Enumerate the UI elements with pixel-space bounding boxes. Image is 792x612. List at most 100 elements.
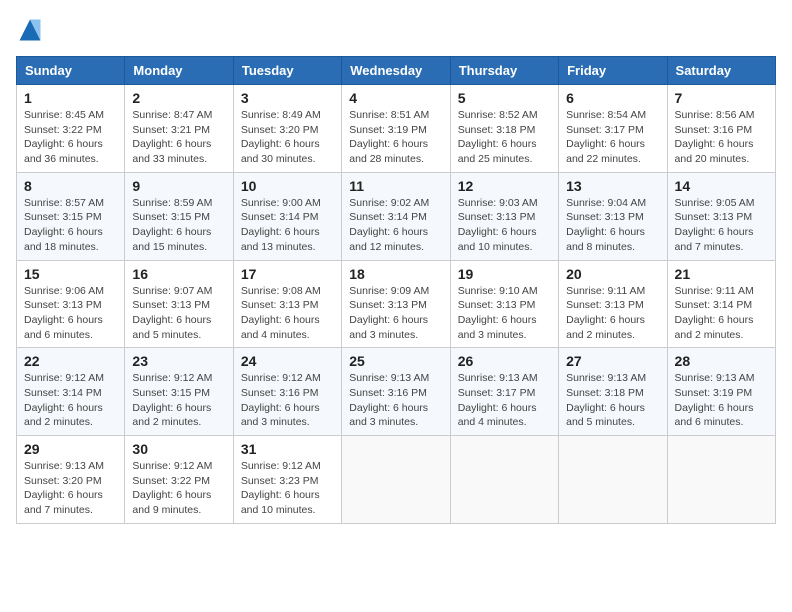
day-info: Sunrise: 9:05 AMSunset: 3:13 PMDaylight:… <box>675 196 768 255</box>
calendar-cell: 8 Sunrise: 8:57 AMSunset: 3:15 PMDaylight… <box>17 172 125 260</box>
day-info: Sunrise: 9:06 AMSunset: 3:13 PMDaylight:… <box>24 284 117 343</box>
calendar-cell: 27 Sunrise: 9:13 AMSunset: 3:18 PMDayligh… <box>559 348 667 436</box>
calendar-week-2: 8 Sunrise: 8:57 AMSunset: 3:15 PMDaylight… <box>17 172 776 260</box>
day-info: Sunrise: 8:47 AMSunset: 3:21 PMDaylight:… <box>132 108 225 167</box>
page-header <box>16 16 776 44</box>
day-number: 28 <box>675 353 768 369</box>
calendar-cell: 15 Sunrise: 9:06 AMSunset: 3:13 PMDayligh… <box>17 260 125 348</box>
day-info: Sunrise: 8:45 AMSunset: 3:22 PMDaylight:… <box>24 108 117 167</box>
day-number: 14 <box>675 178 768 194</box>
day-number: 15 <box>24 266 117 282</box>
calendar-cell: 13 Sunrise: 9:04 AMSunset: 3:13 PMDayligh… <box>559 172 667 260</box>
day-info: Sunrise: 9:12 AMSunset: 3:14 PMDaylight:… <box>24 371 117 430</box>
day-info: Sunrise: 8:56 AMSunset: 3:16 PMDaylight:… <box>675 108 768 167</box>
day-info: Sunrise: 9:11 AMSunset: 3:13 PMDaylight:… <box>566 284 659 343</box>
calendar-cell: 21Sunrise: 9:11 AMSunset: 3:14 PMDayligh… <box>667 260 775 348</box>
day-info: Sunrise: 9:04 AMSunset: 3:13 PMDaylight:… <box>566 196 659 255</box>
calendar-cell: 28 Sunrise: 9:13 AMSunset: 3:19 PMDayligh… <box>667 348 775 436</box>
col-header-friday: Friday <box>559 57 667 85</box>
day-number: 21 <box>675 266 768 282</box>
day-info: Sunrise: 9:10 AMSunset: 3:13 PMDaylight:… <box>458 284 551 343</box>
day-info: Sunrise: 8:59 AMSunset: 3:15 PMDaylight:… <box>132 196 225 255</box>
day-info: Sunrise: 9:03 AMSunset: 3:13 PMDaylight:… <box>458 196 551 255</box>
day-info: Sunrise: 8:52 AMSunset: 3:18 PMDaylight:… <box>458 108 551 167</box>
calendar-cell: 22Sunrise: 9:12 AMSunset: 3:14 PMDayligh… <box>17 348 125 436</box>
calendar-cell: 20 Sunrise: 9:11 AMSunset: 3:13 PMDayligh… <box>559 260 667 348</box>
day-number: 1 <box>24 90 117 106</box>
day-number: 2 <box>132 90 225 106</box>
calendar-cell: 6Sunrise: 8:54 AMSunset: 3:17 PMDaylight… <box>559 85 667 173</box>
calendar-cell: 24 Sunrise: 9:12 AMSunset: 3:16 PMDayligh… <box>233 348 341 436</box>
calendar-week-5: 29 Sunrise: 9:13 AMSunset: 3:20 PMDayligh… <box>17 436 776 524</box>
calendar-cell: 17 Sunrise: 9:08 AMSunset: 3:13 PMDayligh… <box>233 260 341 348</box>
calendar-cell <box>450 436 558 524</box>
calendar-cell: 26 Sunrise: 9:13 AMSunset: 3:17 PMDayligh… <box>450 348 558 436</box>
day-info: Sunrise: 9:07 AMSunset: 3:13 PMDaylight:… <box>132 284 225 343</box>
day-number: 11 <box>349 178 442 194</box>
day-number: 31 <box>241 441 334 457</box>
calendar-cell: 4 Sunrise: 8:51 AMSunset: 3:19 PMDaylight… <box>342 85 450 173</box>
logo <box>16 16 48 44</box>
calendar-cell: 5 Sunrise: 8:52 AMSunset: 3:18 PMDaylight… <box>450 85 558 173</box>
day-number: 8 <box>24 178 117 194</box>
day-info: Sunrise: 9:13 AMSunset: 3:19 PMDaylight:… <box>675 371 768 430</box>
day-info: Sunrise: 9:09 AMSunset: 3:13 PMDaylight:… <box>349 284 442 343</box>
calendar-cell: 25 Sunrise: 9:13 AMSunset: 3:16 PMDayligh… <box>342 348 450 436</box>
col-header-tuesday: Tuesday <box>233 57 341 85</box>
day-number: 17 <box>241 266 334 282</box>
day-number: 23 <box>132 353 225 369</box>
day-info: Sunrise: 9:13 AMSunset: 3:18 PMDaylight:… <box>566 371 659 430</box>
day-info: Sunrise: 9:12 AMSunset: 3:22 PMDaylight:… <box>132 459 225 518</box>
day-number: 29 <box>24 441 117 457</box>
calendar-header-row: SundayMondayTuesdayWednesdayThursdayFrid… <box>17 57 776 85</box>
day-info: Sunrise: 9:13 AMSunset: 3:20 PMDaylight:… <box>24 459 117 518</box>
calendar-table: SundayMondayTuesdayWednesdayThursdayFrid… <box>16 56 776 524</box>
col-header-monday: Monday <box>125 57 233 85</box>
calendar-cell: 10Sunrise: 9:00 AMSunset: 3:14 PMDayligh… <box>233 172 341 260</box>
col-header-thursday: Thursday <box>450 57 558 85</box>
day-number: 19 <box>458 266 551 282</box>
calendar-cell: 1 Sunrise: 8:45 AMSunset: 3:22 PMDaylight… <box>17 85 125 173</box>
col-header-sunday: Sunday <box>17 57 125 85</box>
day-number: 20 <box>566 266 659 282</box>
day-number: 18 <box>349 266 442 282</box>
calendar-cell: 12 Sunrise: 9:03 AMSunset: 3:13 PMDayligh… <box>450 172 558 260</box>
calendar-cell: 2 Sunrise: 8:47 AMSunset: 3:21 PMDaylight… <box>125 85 233 173</box>
calendar-cell: 14 Sunrise: 9:05 AMSunset: 3:13 PMDayligh… <box>667 172 775 260</box>
calendar-cell: 3Sunrise: 8:49 AMSunset: 3:20 PMDaylight… <box>233 85 341 173</box>
day-number: 3 <box>241 90 334 106</box>
calendar-cell <box>667 436 775 524</box>
day-number: 24 <box>241 353 334 369</box>
calendar-cell: 11 Sunrise: 9:02 AMSunset: 3:14 PMDayligh… <box>342 172 450 260</box>
day-number: 27 <box>566 353 659 369</box>
day-number: 10 <box>241 178 334 194</box>
day-info: Sunrise: 9:12 AMSunset: 3:15 PMDaylight:… <box>132 371 225 430</box>
day-info: Sunrise: 9:02 AMSunset: 3:14 PMDaylight:… <box>349 196 442 255</box>
day-number: 26 <box>458 353 551 369</box>
day-info: Sunrise: 8:51 AMSunset: 3:19 PMDaylight:… <box>349 108 442 167</box>
calendar-cell: 30 Sunrise: 9:12 AMSunset: 3:22 PMDayligh… <box>125 436 233 524</box>
calendar-cell: 31 Sunrise: 9:12 AMSunset: 3:23 PMDayligh… <box>233 436 341 524</box>
calendar-cell: 16Sunrise: 9:07 AMSunset: 3:13 PMDayligh… <box>125 260 233 348</box>
day-number: 12 <box>458 178 551 194</box>
day-number: 6 <box>566 90 659 106</box>
col-header-saturday: Saturday <box>667 57 775 85</box>
day-number: 30 <box>132 441 225 457</box>
calendar-cell: 18 Sunrise: 9:09 AMSunset: 3:13 PMDayligh… <box>342 260 450 348</box>
day-info: Sunrise: 9:08 AMSunset: 3:13 PMDaylight:… <box>241 284 334 343</box>
day-number: 25 <box>349 353 442 369</box>
day-info: Sunrise: 9:13 AMSunset: 3:17 PMDaylight:… <box>458 371 551 430</box>
day-info: Sunrise: 9:13 AMSunset: 3:16 PMDaylight:… <box>349 371 442 430</box>
day-number: 13 <box>566 178 659 194</box>
calendar-week-4: 22Sunrise: 9:12 AMSunset: 3:14 PMDayligh… <box>17 348 776 436</box>
day-info: Sunrise: 9:12 AMSunset: 3:23 PMDaylight:… <box>241 459 334 518</box>
calendar-week-1: 1 Sunrise: 8:45 AMSunset: 3:22 PMDaylight… <box>17 85 776 173</box>
calendar-cell: 23 Sunrise: 9:12 AMSunset: 3:15 PMDayligh… <box>125 348 233 436</box>
day-info: Sunrise: 8:57 AMSunset: 3:15 PMDaylight:… <box>24 196 117 255</box>
calendar-week-3: 15 Sunrise: 9:06 AMSunset: 3:13 PMDayligh… <box>17 260 776 348</box>
day-number: 7 <box>675 90 768 106</box>
col-header-wednesday: Wednesday <box>342 57 450 85</box>
day-number: 5 <box>458 90 551 106</box>
day-number: 4 <box>349 90 442 106</box>
day-info: Sunrise: 9:12 AMSunset: 3:16 PMDaylight:… <box>241 371 334 430</box>
